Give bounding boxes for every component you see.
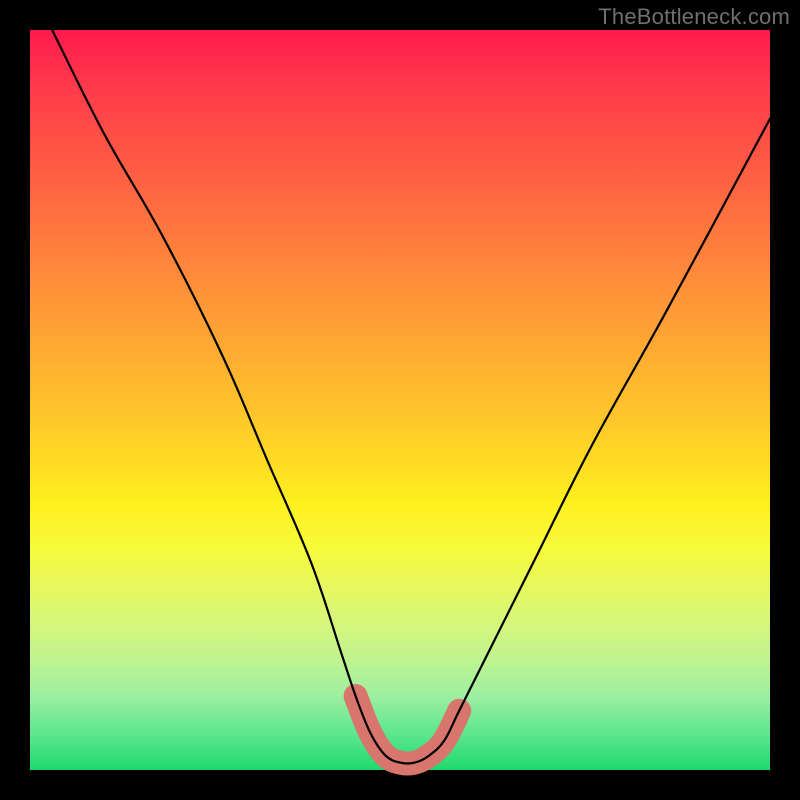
bottleneck-curve [52,30,770,764]
plot-area [30,30,770,770]
bottleneck-band [356,696,460,764]
chart-frame: TheBottleneck.com [0,0,800,800]
watermark-text: TheBottleneck.com [598,4,790,30]
curve-svg [30,30,770,770]
